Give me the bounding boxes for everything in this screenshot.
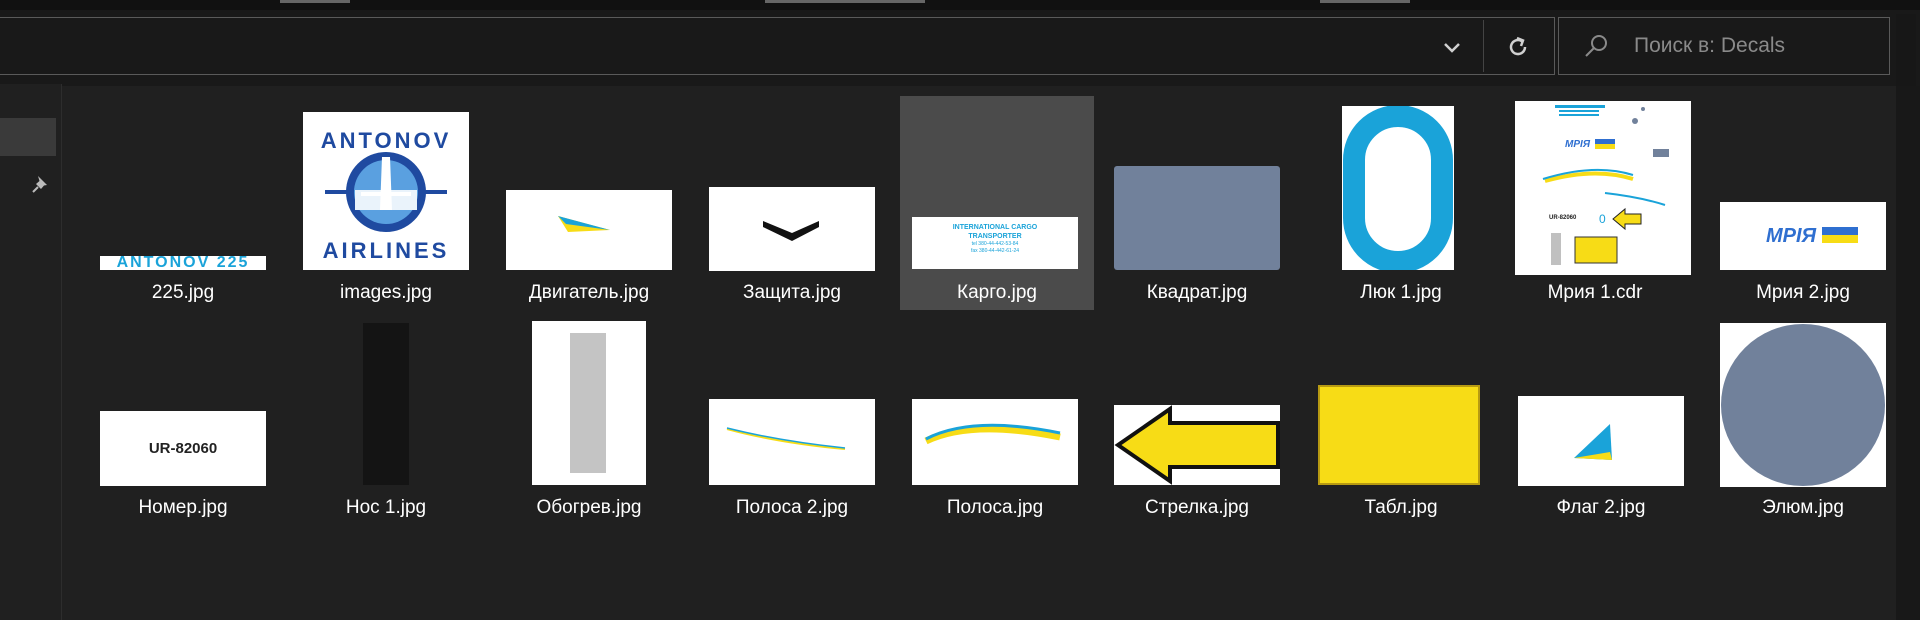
thumb-text: UR-82060 [148, 440, 218, 457]
file-name: Нос 1.jpg [345, 497, 427, 518]
file-thumbnail [1114, 311, 1280, 491]
engine-decal [558, 216, 610, 232]
stripe-decal [924, 423, 1061, 445]
search-placeholder[interactable]: Поиск в: Decals [1634, 34, 1785, 58]
file-name: Мрия 1.cdr [1547, 282, 1643, 303]
thumb-text: МРІЯ [1565, 139, 1591, 150]
file-thumbnail [1318, 96, 1484, 276]
guard-decal [763, 221, 819, 241]
file-item[interactable]: Квадрат.jpg [1114, 96, 1280, 310]
column-header-fragment [765, 0, 925, 3]
navigation-pane[interactable] [0, 84, 62, 620]
file-thumbnail: INTERNATIONAL CARGO TRANSPORTER tel 380-… [912, 96, 1078, 276]
nav-selected-item[interactable] [0, 118, 56, 156]
file-item[interactable]: ANTONOV 225 225.jpg [100, 96, 266, 310]
file-thumbnail [912, 311, 1078, 491]
refresh-button[interactable] [1490, 22, 1546, 72]
file-thumbnail: ANTONOV AIRLINES [303, 96, 469, 276]
scrollbar-top [1896, 14, 1916, 86]
thumb-text: ANTONOV 225 [116, 256, 250, 270]
file-item[interactable]: Нос 1.jpg [303, 311, 469, 525]
file-name: Обогрев.jpg [536, 497, 642, 518]
file-name: Табл.jpg [1364, 497, 1438, 518]
column-header-fragment [1320, 0, 1410, 3]
thumb-text: tel 380-44-442-53-84 [971, 241, 1019, 247]
file-thumbnail [709, 96, 875, 276]
file-thumbnail [506, 96, 672, 276]
chevron-down-icon [1444, 43, 1460, 53]
column-header-fragment [280, 0, 350, 3]
file-name: Люк 1.jpg [1360, 282, 1442, 303]
file-thumbnail [1114, 96, 1280, 276]
pin-icon[interactable] [30, 173, 52, 195]
file-name: images.jpg [340, 282, 432, 303]
title-bar-strip [0, 0, 1920, 10]
refresh-icon [1509, 36, 1527, 56]
file-name: Номер.jpg [138, 497, 228, 518]
stripe-decal [726, 427, 846, 450]
file-item[interactable]: Двигатель.jpg [506, 96, 672, 310]
thumb-text: TRANSPORTER [968, 233, 1022, 240]
file-item[interactable]: ANTONOV AIRLINES images.jpg [303, 96, 469, 310]
file-thumbnail: МРІЯ [1720, 96, 1886, 276]
thumb-text: fax 380-44-442-61-24 [970, 248, 1020, 254]
file-name: Мрия 2.jpg [1756, 282, 1850, 303]
file-name: Карго.jpg [957, 282, 1037, 303]
file-thumbnail [1720, 311, 1886, 491]
file-name: Полоса.jpg [946, 497, 1044, 518]
address-divider [1483, 20, 1484, 72]
address-history-dropdown[interactable] [1432, 34, 1472, 62]
file-name: Флаг 2.jpg [1556, 497, 1646, 518]
file-item[interactable]: Стрелка.jpg [1114, 311, 1280, 525]
file-thumbnail [506, 311, 672, 491]
file-thumbnail: UR-82060 [100, 311, 266, 491]
address-bar[interactable] [0, 17, 1555, 75]
file-name: Стрелка.jpg [1145, 497, 1249, 518]
file-item[interactable]: Люк 1.jpg [1318, 96, 1484, 310]
file-thumbnail [303, 311, 469, 491]
file-thumbnail [1318, 311, 1484, 491]
file-item[interactable]: МРІЯ Мрия 2.jpg [1720, 96, 1886, 310]
file-item[interactable]: МРІЯ UR-82060 0 Мрия 1.cdr [1512, 96, 1691, 310]
file-item[interactable]: Обогрев.jpg [506, 311, 672, 525]
file-name: 225.jpg [151, 282, 215, 303]
hatch-decal [1343, 106, 1453, 270]
arrow-decal [1114, 405, 1280, 485]
file-thumbnail [709, 311, 875, 491]
file-item[interactable]: Флаг 2.jpg [1518, 311, 1684, 525]
file-item-selected[interactable]: INTERNATIONAL CARGO TRANSPORTER tel 380-… [900, 96, 1094, 310]
thumb-text: МРІЯ [1766, 225, 1817, 247]
file-name: Двигатель.jpg [528, 282, 650, 303]
mriya-decal: МРІЯ [1766, 225, 1858, 247]
file-item[interactable]: Полоса 2.jpg [709, 311, 875, 525]
flag-decal [1574, 424, 1612, 460]
file-item[interactable]: Табл.jpg [1318, 311, 1484, 525]
antonov-logo: ANTONOV AIRLINES [321, 128, 452, 263]
file-item[interactable]: Защита.jpg [709, 96, 875, 310]
file-thumbnail: МРІЯ UR-82060 0 [1512, 96, 1691, 276]
file-name: Защита.jpg [743, 282, 841, 303]
thumb-text: 0 [1599, 212, 1606, 226]
thumb-text: INTERNATIONAL CARGO [952, 224, 1038, 231]
file-name: Квадрат.jpg [1146, 282, 1248, 303]
mriya-sheet: МРІЯ UR-82060 0 [1542, 105, 1669, 265]
logo-text-top: ANTONOV [321, 128, 452, 153]
file-name: Элюм.jpg [1762, 497, 1844, 518]
file-thumbnail [1518, 311, 1684, 491]
file-item[interactable]: UR-82060 Номер.jpg [100, 311, 266, 525]
file-item[interactable]: Элюм.jpg [1720, 311, 1886, 525]
logo-text-bottom: AIRLINES [323, 238, 450, 263]
vertical-scrollbar[interactable] [1896, 86, 1920, 620]
file-item[interactable]: Полоса.jpg [912, 311, 1078, 525]
file-name: Полоса 2.jpg [735, 497, 849, 518]
search-icon [1585, 35, 1607, 57]
file-thumbnail: ANTONOV 225 [100, 96, 266, 276]
thumb-text: UR-82060 [1549, 215, 1577, 221]
